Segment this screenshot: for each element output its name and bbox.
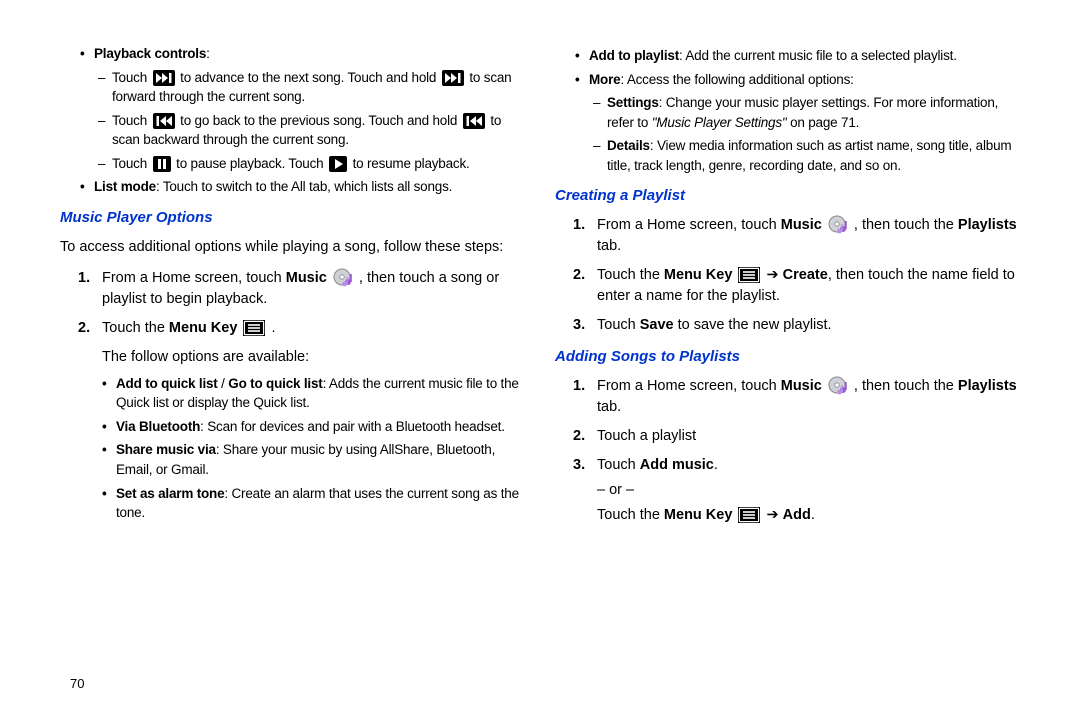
opt-settings: Settings: Change your music player setti…: [593, 93, 1020, 132]
step-1: From a Home screen, touch Music , then t…: [78, 268, 525, 310]
menu-key-icon: [738, 267, 760, 283]
music-icon: [333, 268, 353, 288]
left-column: Playback controls: Touch to advance to t…: [60, 40, 525, 534]
cp-step-1: From a Home screen, touch Music , then t…: [573, 215, 1020, 257]
as-step-2: Touch a playlist: [573, 426, 1020, 447]
playback-prev-row: Touch to go back to the previous song. T…: [98, 111, 525, 150]
options-steps: From a Home screen, touch Music , then t…: [78, 268, 525, 339]
prev-icon: [153, 113, 175, 129]
playback-controls-bullet: Playback controls:: [80, 44, 525, 64]
or-separator: – or –: [597, 480, 1020, 501]
prev-icon: [463, 113, 485, 129]
opt-quicklist: Add to quick list / Go to quick list: Ad…: [102, 374, 525, 413]
list-mode-bullet: List mode: Touch to switch to the All ta…: [80, 177, 525, 197]
step-2: Touch the Menu Key .: [78, 318, 525, 339]
right-column: Add to playlist: Add the current music f…: [555, 40, 1020, 534]
menu-key-icon: [738, 507, 760, 523]
options-intro: To access additional options while playi…: [60, 237, 525, 258]
playback-controls-label: Playback controls: [94, 46, 206, 61]
menu-key-icon: [243, 320, 265, 336]
playback-next-row: Touch to advance to the next song. Touch…: [98, 68, 525, 107]
cp-step-3: Touch Save to save the new playlist.: [573, 315, 1020, 336]
page-columns: Playback controls: Touch to advance to t…: [60, 40, 1020, 534]
as-step-1: From a Home screen, touch Music , then t…: [573, 376, 1020, 418]
opt-bluetooth: Via Bluetooth: Scan for devices and pair…: [102, 417, 525, 437]
music-icon: [828, 376, 848, 396]
heading-adding-songs: Adding Songs to Playlists: [555, 346, 1020, 368]
playback-pause-row: Touch to pause playback. Touch to resume…: [98, 154, 525, 174]
opt-details: Details: View media information such as …: [593, 136, 1020, 175]
heading-music-player-options: Music Player Options: [60, 207, 525, 229]
opt-share: Share music via: Share your music by usi…: [102, 440, 525, 479]
opt-more: More: Access the following additional op…: [575, 70, 1020, 90]
page-number: 70: [70, 675, 84, 694]
adding-steps: From a Home screen, touch Music , then t…: [573, 376, 1020, 526]
opt-alarm: Set as alarm tone: Create an alarm that …: [102, 484, 525, 523]
cp-step-2: Touch the Menu Key ➔ Create, then touch …: [573, 265, 1020, 307]
creating-steps: From a Home screen, touch Music , then t…: [573, 215, 1020, 336]
options-available-intro: The follow options are available:: [102, 347, 525, 368]
next-icon: [442, 70, 464, 86]
opt-add-to-playlist: Add to playlist: Add the current music f…: [575, 46, 1020, 66]
play-icon: [329, 156, 347, 172]
as-step-3: Touch Add music. – or – Touch the Menu K…: [573, 455, 1020, 526]
heading-creating-playlist: Creating a Playlist: [555, 185, 1020, 207]
music-icon: [828, 215, 848, 235]
next-icon: [153, 70, 175, 86]
pause-icon: [153, 156, 171, 172]
